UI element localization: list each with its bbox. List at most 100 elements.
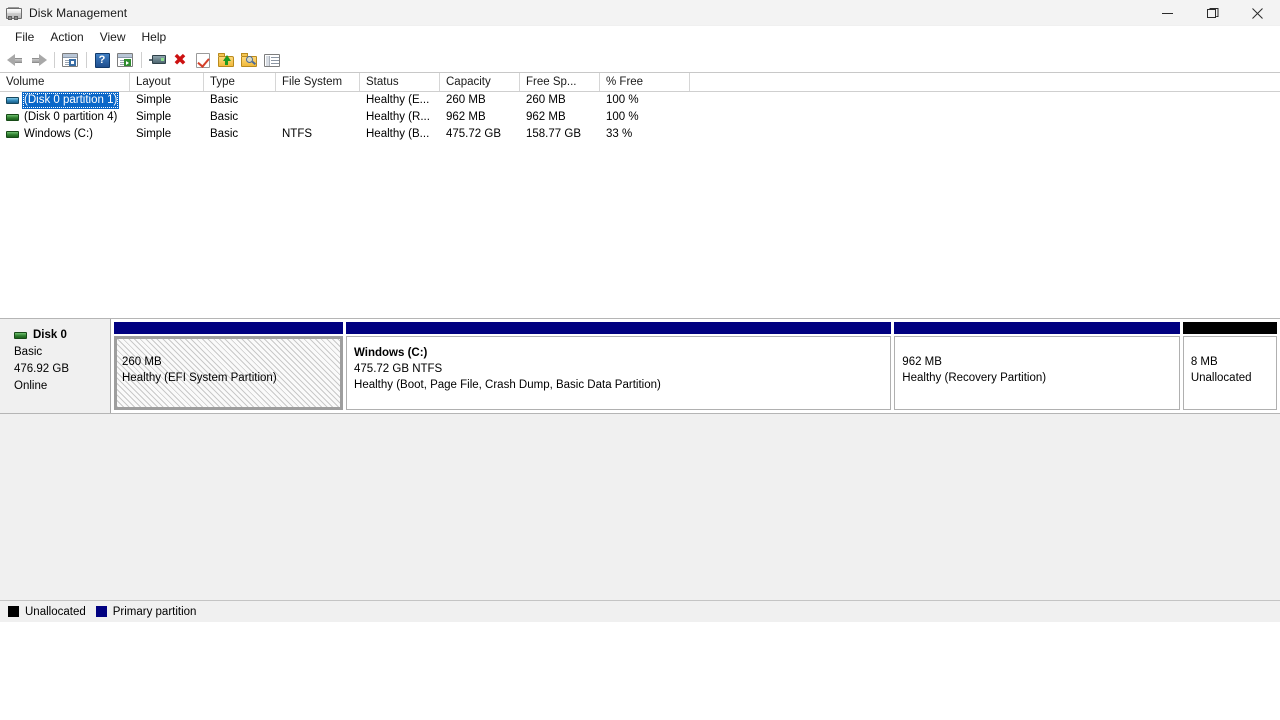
volume-list-pane: Volume Layout Type File System Status Ca… xyxy=(0,73,1280,319)
search-button[interactable] xyxy=(238,50,260,71)
table-row[interactable]: Windows (C:) Simple Basic NTFS Healthy (… xyxy=(0,126,1280,143)
delete-button[interactable]: ✖ xyxy=(169,50,191,71)
menu-action[interactable]: Action xyxy=(42,27,91,47)
volume-icon-green xyxy=(6,131,19,138)
volume-icon-blue xyxy=(6,97,19,104)
disk-icon-green xyxy=(14,332,27,339)
rescan-disks-button[interactable] xyxy=(215,50,237,71)
desktop-background xyxy=(0,622,1280,720)
folder-magnifier-icon xyxy=(241,53,257,67)
partition-bar xyxy=(114,322,343,334)
restore-button[interactable] xyxy=(1190,0,1235,26)
table-row[interactable]: (Disk 0 partition 1) Simple Basic Health… xyxy=(0,92,1280,109)
console-tree-icon xyxy=(62,53,78,67)
legend-unallocated: Unallocated xyxy=(8,606,86,618)
legend-primary-partition: Primary partition xyxy=(96,606,197,618)
partition-title: Windows (C:) xyxy=(354,345,890,361)
column-header-type[interactable]: Type xyxy=(204,73,276,91)
table-row[interactable]: (Disk 0 partition 4) Simple Basic Health… xyxy=(0,109,1280,126)
list-detail-icon xyxy=(264,54,280,67)
partition-recovery[interactable]: 962 MB Healthy (Recovery Partition) xyxy=(894,322,1180,410)
disk-row-0: Disk 0 Basic 476.92 GB Online 260 MB Hea… xyxy=(0,319,1280,414)
list-view-button[interactable] xyxy=(261,50,283,71)
help-button[interactable]: ? xyxy=(91,50,113,71)
cell-status: Healthy (B... xyxy=(360,126,440,143)
menu-view[interactable]: View xyxy=(92,27,134,47)
disk-graphic-pane: Disk 0 Basic 476.92 GB Online 260 MB Hea… xyxy=(0,319,1280,622)
partition-efi[interactable]: 260 MB Healthy (EFI System Partition) xyxy=(114,322,343,410)
toolbar: ? ✖ xyxy=(0,48,1280,73)
cell-file-system: NTFS xyxy=(276,126,360,143)
title-bar: Disk Management xyxy=(0,0,1280,26)
disk-info-panel[interactable]: Disk 0 Basic 476.92 GB Online xyxy=(0,319,111,413)
partition-body: 8 MB Unallocated xyxy=(1183,336,1277,410)
cell-percent-free: 33 % xyxy=(600,126,690,143)
toolbar-separator xyxy=(54,52,55,68)
partition-unallocated[interactable]: 8 MB Unallocated xyxy=(1183,322,1277,410)
forward-button[interactable] xyxy=(27,50,49,71)
disk-size-label: 476.92 GB xyxy=(14,361,110,378)
disk-status-label: Online xyxy=(14,378,110,395)
column-header-free-space[interactable]: Free Sp... xyxy=(520,73,600,91)
partition-body: 962 MB Healthy (Recovery Partition) xyxy=(894,336,1180,410)
minimize-button[interactable] xyxy=(1145,0,1190,26)
partition-windows-c[interactable]: Windows (C:) 475.72 GB NTFS Healthy (Boo… xyxy=(346,322,891,410)
cell-percent-free: 100 % xyxy=(600,92,690,109)
cell-layout: Simple xyxy=(130,109,204,126)
column-header-percent-free[interactable]: % Free xyxy=(600,73,690,91)
column-header-volume[interactable]: Volume xyxy=(0,73,130,91)
back-button[interactable] xyxy=(4,50,26,71)
cell-layout: Simple xyxy=(130,92,204,109)
check-button[interactable] xyxy=(192,50,214,71)
back-arrow-icon xyxy=(7,54,24,67)
close-button[interactable] xyxy=(1235,0,1280,26)
partition-status: Healthy (Boot, Page File, Crash Dump, Ba… xyxy=(354,377,890,393)
cell-free-space: 260 MB xyxy=(520,92,600,109)
properties-button[interactable] xyxy=(146,50,168,71)
partition-status: Healthy (Recovery Partition) xyxy=(902,370,1179,386)
disk-properties-icon xyxy=(149,55,166,65)
show-hide-console-tree-button[interactable] xyxy=(59,50,81,71)
column-header-filler xyxy=(690,73,1280,91)
partition-status: Unallocated xyxy=(1191,370,1276,386)
column-header-layout[interactable]: Layout xyxy=(130,73,204,91)
disk-type-label: Basic xyxy=(14,344,110,361)
toolbar-separator xyxy=(141,52,142,68)
partition-size: 8 MB xyxy=(1191,354,1276,370)
menu-file[interactable]: File xyxy=(7,27,42,47)
legend-label-unallocated: Unallocated xyxy=(25,606,86,618)
red-x-icon: ✖ xyxy=(173,52,186,68)
checkmark-icon xyxy=(196,53,210,68)
partition-body: Windows (C:) 475.72 GB NTFS Healthy (Boo… xyxy=(346,336,891,410)
volume-name-label: (Disk 0 partition 4) xyxy=(24,109,117,126)
partition-body: 260 MB Healthy (EFI System Partition) xyxy=(114,336,343,410)
column-header-capacity[interactable]: Capacity xyxy=(440,73,520,91)
cell-volume[interactable]: (Disk 0 partition 1) xyxy=(0,92,130,109)
cell-type: Basic xyxy=(204,92,276,109)
cell-capacity: 962 MB xyxy=(440,109,520,126)
partition-size: 962 MB xyxy=(902,354,1179,370)
folder-up-arrow-icon xyxy=(218,53,234,67)
cell-layout: Simple xyxy=(130,126,204,143)
legend-bar: Unallocated Primary partition xyxy=(0,600,1280,622)
partition-status: Healthy (EFI System Partition) xyxy=(122,370,340,386)
window-controls xyxy=(1145,0,1280,26)
show-hide-action-pane-button[interactable] xyxy=(114,50,136,71)
cell-status: Healthy (R... xyxy=(360,109,440,126)
cell-volume[interactable]: (Disk 0 partition 4) xyxy=(0,109,130,126)
volume-name-label: (Disk 0 partition 1) xyxy=(22,92,119,109)
menu-bar: File Action View Help xyxy=(0,26,1280,48)
cell-type: Basic xyxy=(204,109,276,126)
legend-swatch-primary xyxy=(96,606,107,617)
column-header-file-system[interactable]: File System xyxy=(276,73,360,91)
partition-bar xyxy=(1183,322,1277,334)
cell-volume[interactable]: Windows (C:) xyxy=(0,126,130,143)
legend-swatch-unallocated xyxy=(8,606,19,617)
menu-help[interactable]: Help xyxy=(134,27,175,47)
column-header-status[interactable]: Status xyxy=(360,73,440,91)
volume-name-label: Windows (C:) xyxy=(24,126,93,143)
disk-name-label: Disk 0 xyxy=(33,329,67,341)
partition-bar xyxy=(346,322,891,334)
help-question-icon: ? xyxy=(95,53,110,68)
cell-type: Basic xyxy=(204,126,276,143)
